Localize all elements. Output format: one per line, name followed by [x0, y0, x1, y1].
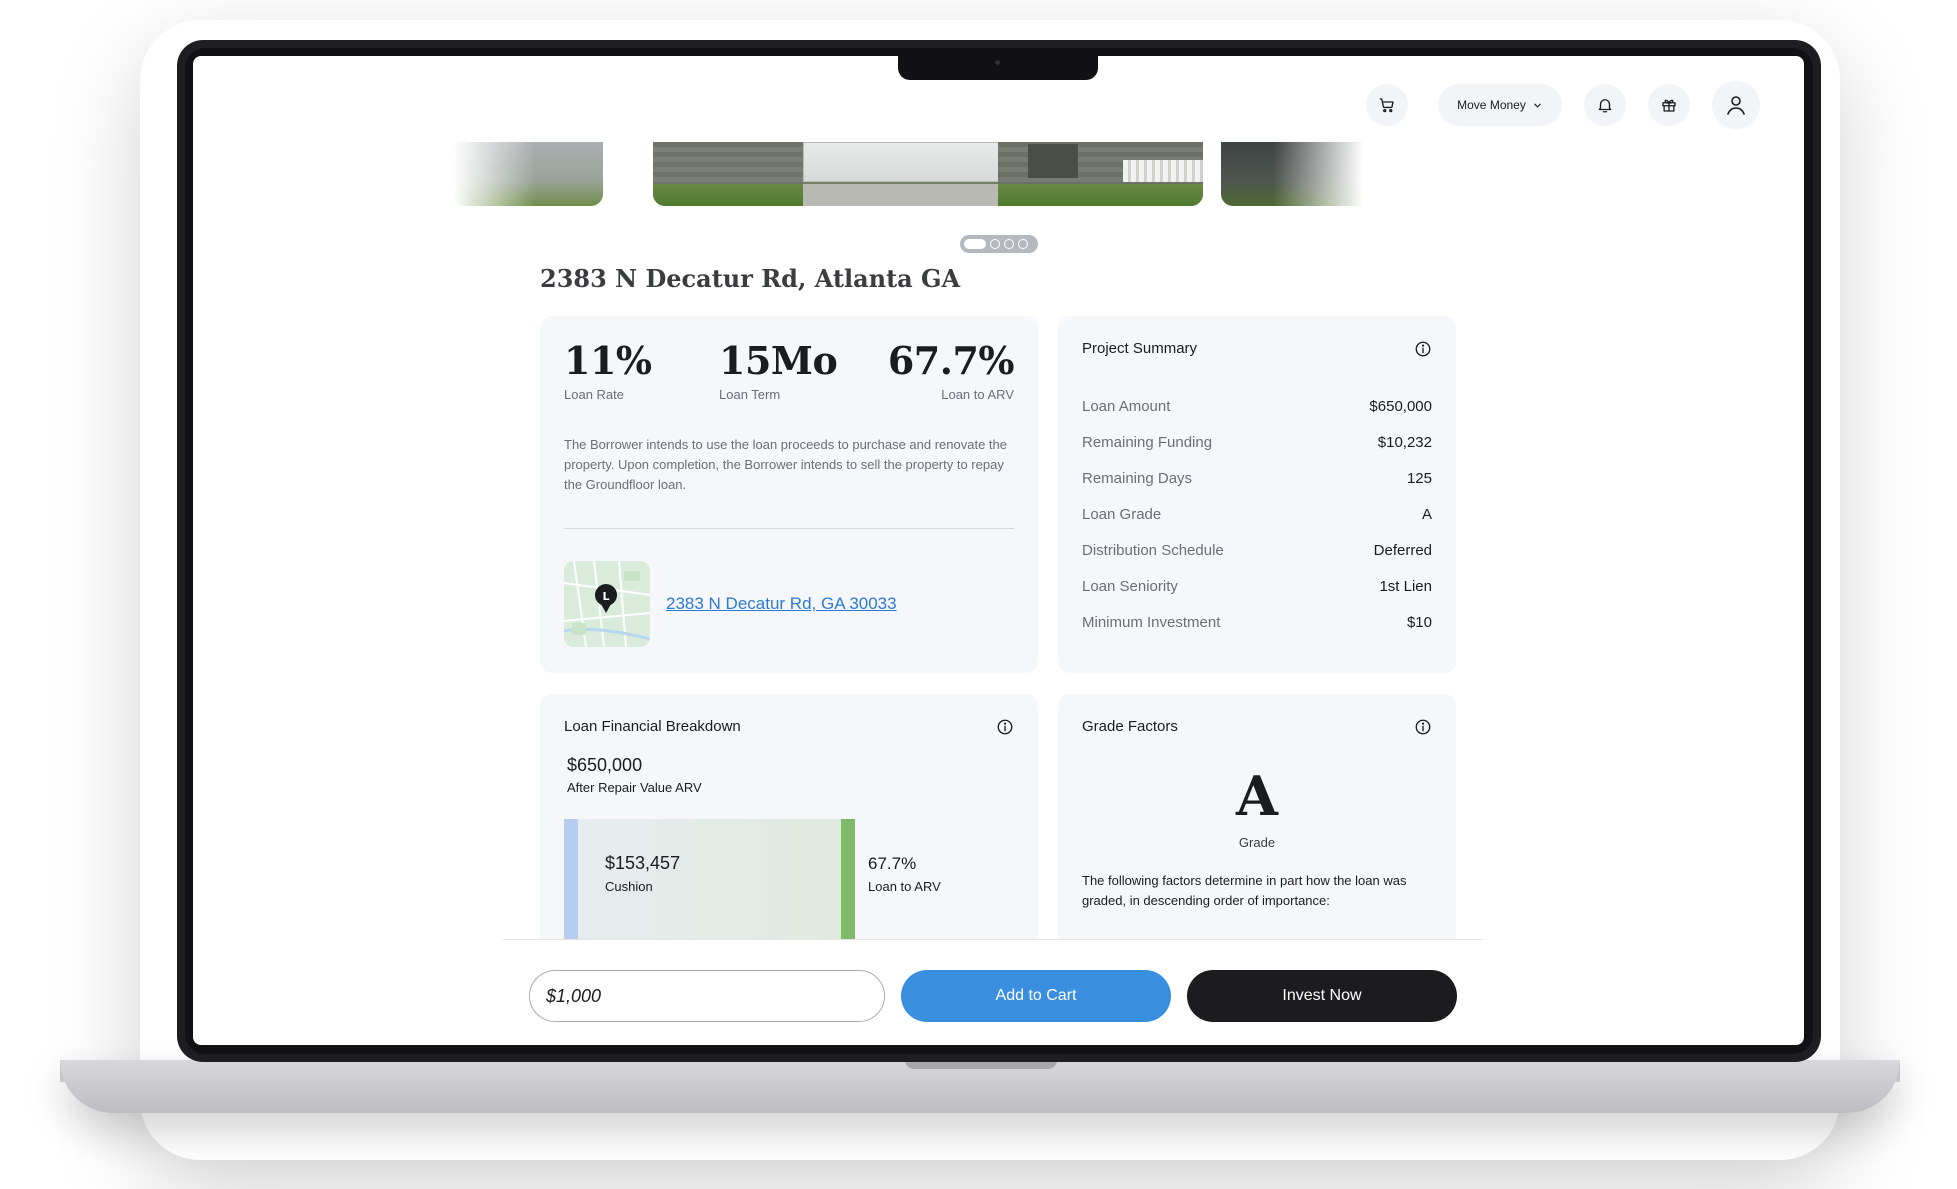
grade-label: Grade: [1238, 835, 1276, 850]
investment-amount-input[interactable]: [529, 970, 885, 1022]
summary-value: $10,232: [1377, 434, 1432, 451]
carousel-photo-previous[interactable]: [453, 142, 603, 206]
chevron-down-icon: [1533, 103, 1541, 107]
property-address-link[interactable]: 2383 N Decatur Rd, GA 30033: [666, 594, 897, 614]
summary-label: Distribution Schedule: [1082, 542, 1224, 559]
summary-label: Minimum Investment: [1082, 614, 1221, 631]
carousel-pagination[interactable]: [960, 235, 1038, 253]
driveway: [803, 184, 998, 206]
user-icon: [1727, 96, 1745, 115]
summary-row: Loan Seniority 1st Lien: [1082, 578, 1432, 595]
notifications-button[interactable]: [1584, 84, 1626, 126]
summary-row: Distribution Schedule Deferred: [1082, 542, 1432, 559]
cart-icon: [1379, 98, 1394, 113]
garage-door: [803, 142, 1000, 182]
summary-label: Loan Grade: [1082, 506, 1162, 523]
project-summary-card: Project Summary Loan Amount $650,000 Rem…: [1058, 316, 1456, 673]
carousel-dot[interactable]: [1018, 239, 1028, 249]
white-fence: [1123, 160, 1203, 182]
invest-action-bar: Add to Cart Invest Now: [503, 939, 1483, 1045]
carousel-photo-next[interactable]: [1221, 142, 1371, 206]
loan-stats-card: 11% Loan Rate 15Mo Loan Term 67.7% Loan …: [540, 316, 1038, 673]
front-porch: [1028, 144, 1078, 178]
summary-value: 125: [1406, 470, 1432, 487]
info-icon[interactable]: [996, 718, 1014, 736]
stat-value: 15Mo: [719, 338, 838, 383]
move-money-button[interactable]: Move Money: [1438, 84, 1562, 126]
stat-loan-to-arv: 67.7% Loan to ARV: [887, 338, 1015, 402]
info-icon[interactable]: [1414, 340, 1432, 358]
grade-letter: A: [1236, 764, 1278, 828]
summary-row: Remaining Days 125: [1082, 470, 1432, 487]
summary-row: Loan Grade A: [1082, 506, 1432, 523]
summary-value: 1st Lien: [1379, 578, 1432, 595]
carousel-dot-active[interactable]: [964, 239, 986, 249]
camera-lens: [995, 60, 1000, 65]
info-icon[interactable]: [1414, 718, 1432, 736]
divider: [564, 528, 1014, 529]
card-title: Loan Financial Breakdown: [564, 718, 741, 735]
summary-label: Remaining Days: [1082, 470, 1193, 487]
summary-row: Loan Amount $650,000: [1082, 398, 1432, 415]
summary-value: $10: [1406, 614, 1432, 631]
bell-icon: [1598, 99, 1612, 113]
stat-loan-rate: 11% Loan Rate: [564, 338, 652, 402]
stat-loan-term: 15Mo Loan Term: [719, 338, 838, 402]
arv-label: After Repair Value ARV: [567, 780, 702, 795]
ltv-label: Loan to ARV: [868, 879, 941, 894]
property-title: 2383 N Decatur Rd, Atlanta GA: [540, 264, 961, 293]
stat-label: Loan Term: [719, 387, 781, 402]
carousel-dot[interactable]: [990, 239, 1000, 249]
arv-amount: $650,000: [567, 755, 643, 775]
stat-value: 11%: [564, 338, 652, 383]
invest-now-button[interactable]: Invest Now: [1187, 970, 1457, 1022]
card-title: Project Summary: [1082, 340, 1198, 357]
ltv-value: 67.7%: [868, 854, 917, 873]
photo-carousel[interactable]: [193, 142, 1804, 262]
rewards-button[interactable]: [1648, 84, 1690, 126]
house-siding: [653, 142, 803, 186]
svg-text:L: L: [602, 590, 609, 603]
summary-row: Minimum Investment $10: [1082, 614, 1432, 631]
card-title: Grade Factors: [1082, 718, 1178, 735]
summary-label: Loan Seniority: [1082, 578, 1178, 595]
map-pin-icon: L: [564, 561, 650, 647]
summary-value: $650,000: [1369, 398, 1432, 415]
summary-row: Remaining Funding $10,232: [1082, 434, 1432, 451]
gift-icon: [1662, 99, 1676, 112]
summary-value: Deferred: [1373, 542, 1432, 559]
carousel-dot[interactable]: [1004, 239, 1014, 249]
move-money-label: Move Money: [1457, 98, 1526, 112]
cart-button[interactable]: [1366, 84, 1408, 126]
summary-label: Remaining Funding: [1082, 434, 1213, 451]
cushion-label: Cushion: [605, 879, 653, 894]
stat-label: Loan to ARV: [941, 387, 1014, 402]
summary-label: Loan Amount: [1082, 398, 1171, 415]
cushion-amount: $153,457: [605, 853, 681, 873]
add-to-cart-button[interactable]: Add to Cart: [901, 970, 1171, 1022]
app-screen: Move Money 2383 N Decatur Rd, Atlanta GA…: [193, 56, 1804, 1045]
grade-description: The following factors determine in part …: [1082, 873, 1407, 908]
camera-notch: [898, 56, 1098, 80]
map-thumbnail[interactable]: L: [564, 561, 650, 647]
stat-label: Loan Rate: [564, 387, 624, 402]
carousel-photo-current[interactable]: [653, 142, 1203, 206]
loan-description: The Borrower intends to use the loan pro…: [564, 437, 1008, 492]
stat-value: 67.7%: [887, 338, 1015, 383]
summary-value: A: [1421, 506, 1432, 523]
profile-button[interactable]: [1712, 81, 1760, 129]
